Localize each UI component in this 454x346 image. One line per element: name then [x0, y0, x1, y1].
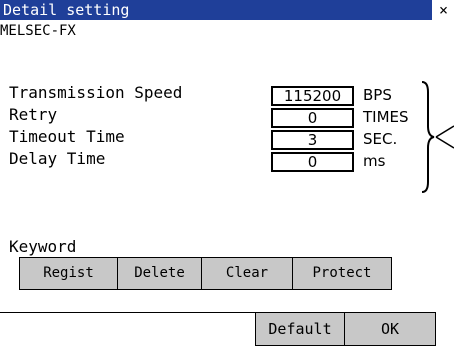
ok-button[interactable]: OK [344, 312, 436, 346]
timeout-time-unit: SEC. [363, 130, 398, 148]
delay-time-field[interactable]: 0 [271, 152, 354, 172]
protect-button[interactable]: Protect [292, 257, 392, 290]
delay-time-label: Delay Time [9, 149, 106, 168]
retry-unit: TIMES [363, 108, 409, 126]
retry-label: Retry [9, 105, 58, 124]
transmission-speed-unit: BPS [363, 86, 392, 104]
timeout-time-field[interactable]: 3 [271, 130, 354, 150]
delete-button[interactable]: Delete [117, 257, 202, 290]
close-button[interactable]: × [433, 0, 454, 20]
delay-time-unit: ms [363, 152, 386, 170]
brace-arrow-graphic [421, 81, 454, 193]
transmission-speed-label: Transmission Speed [9, 83, 183, 102]
clear-button[interactable]: Clear [201, 257, 293, 290]
keyword-label: Keyword [9, 237, 77, 256]
regist-button[interactable]: Regist [19, 257, 118, 290]
window-title: Detail setting [3, 1, 130, 19]
retry-field[interactable]: 0 [271, 108, 354, 128]
device-name: MELSEC-FX [0, 23, 76, 39]
default-button[interactable]: Default [255, 312, 345, 346]
timeout-time-label: Timeout Time [9, 127, 125, 146]
transmission-speed-field[interactable]: 115200 [271, 86, 354, 106]
footer-divider [0, 312, 256, 313]
